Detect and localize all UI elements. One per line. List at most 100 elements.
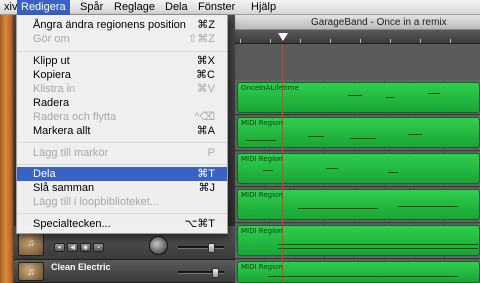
midi-note — [263, 170, 273, 171]
ruler-tick — [420, 39, 421, 43]
lock-button[interactable]: ▪ — [93, 243, 104, 252]
menu-item-delete[interactable]: Radera — [17, 96, 227, 110]
menu-item-undo[interactable]: Ångra ändra regionens position ⌘Z — [17, 18, 227, 32]
volume-knob[interactable] — [212, 268, 219, 278]
playhead-handle[interactable] — [278, 33, 288, 41]
menu-item-label: Klistra in — [33, 83, 76, 95]
volume-slider[interactable] — [178, 268, 224, 278]
midi-note — [278, 244, 478, 245]
menu-item-label: Kopiera — [33, 69, 71, 81]
mute-button[interactable]: ◀ — [67, 243, 78, 252]
ruler-tick — [450, 39, 451, 43]
menu-item-copy[interactable]: Kopiera ⌘C — [17, 68, 227, 82]
solo-button[interactable]: ◉ — [80, 243, 91, 252]
ruler-tick — [270, 39, 271, 43]
menu-item-shortcut: ^⌫ — [194, 111, 215, 123]
menu-item-label: Lägg till markör — [33, 147, 109, 159]
midi-note — [278, 248, 478, 249]
menu-item-shortcut: ⇧⌘Z — [188, 33, 215, 45]
pan-knob[interactable] — [149, 236, 168, 255]
window-title: GarageBand - Once in a remix — [311, 17, 447, 28]
menu-item-cut[interactable]: Klipp ut ⌘X — [17, 54, 227, 68]
region-label: MIDI Region — [241, 263, 283, 271]
menu-fonster[interactable]: Fönster — [194, 0, 239, 15]
ruler-tick — [360, 39, 361, 43]
region-onceinalifetime[interactable]: OnceInALifetime — [237, 82, 480, 113]
volume-knob[interactable] — [208, 243, 215, 253]
menu-hjalp[interactable]: Hjälp — [247, 0, 280, 15]
region-label: MIDI Region — [241, 155, 283, 163]
menu-item-delete-and-move: Radera och flytta ^⌫ — [17, 110, 227, 124]
menu-item-label: Dela — [33, 168, 56, 180]
menu-item-label: Markera allt — [33, 125, 91, 137]
menu-item-paste: Klistra in ⌘V — [17, 82, 227, 96]
region-midi[interactable]: MIDI Region — [237, 117, 480, 148]
menu-item-label: Gör om — [33, 33, 70, 45]
timeline-ruler[interactable] — [235, 30, 480, 44]
ruler-tick — [330, 39, 331, 43]
window-title-bar: GarageBand - Once in a remix — [235, 15, 480, 30]
midi-note — [408, 134, 422, 135]
instrument-strip — [0, 15, 14, 283]
menu-item-split[interactable]: Dela ⌘T — [17, 167, 227, 181]
menu-separator — [17, 51, 227, 52]
midi-note — [348, 95, 362, 96]
track-name: Clean Electric — [51, 262, 111, 272]
menu-item-shortcut: ⌘J — [198, 182, 216, 194]
menu-dela[interactable]: Dela — [161, 0, 192, 15]
menu-item-shortcut: ⌘C — [196, 69, 215, 81]
menu-item-shortcut: ⌘Z — [197, 19, 215, 31]
midi-note — [308, 136, 324, 137]
menu-reglage[interactable]: Reglage — [110, 0, 159, 15]
menu-item-select-all[interactable]: Markera allt ⌘A — [17, 124, 227, 138]
menu-item-add-to-loop-library: Lägg till i loopbiblioteket... — [17, 195, 227, 209]
menu-item-shortcut: ⌥⌘T — [184, 218, 215, 230]
track-header-clean-electric[interactable]: ♫ Clean Electric — [14, 260, 235, 283]
menu-item-special-characters[interactable]: Specialtecken... ⌥⌘T — [17, 217, 227, 231]
menu-item-shortcut: P — [207, 147, 215, 159]
menu-item-redo: Gör om ⇧⌘Z — [17, 32, 227, 46]
menu-separator — [17, 164, 227, 165]
ruler-tick — [390, 39, 391, 43]
menu-item-shortcut: ⌘T — [197, 168, 215, 180]
menu-item-label: Klipp ut — [33, 55, 70, 67]
midi-note — [388, 172, 398, 173]
guitar-icon: ♫ — [18, 262, 44, 281]
menu-separator — [17, 142, 227, 143]
region-midi[interactable]: MIDI Region — [237, 261, 480, 283]
menu-item-label: Slå samman — [33, 182, 95, 194]
menu-item-shortcut: ⌘A — [196, 125, 215, 137]
region-label: OnceInALifetime — [241, 84, 299, 92]
menu-item-label: Specialtecken... — [33, 218, 111, 230]
midi-note — [386, 97, 394, 98]
menu-item-label: Ångra ändra regionens position — [33, 19, 186, 31]
region-label: MIDI Region — [241, 191, 283, 199]
region-label: MIDI Region — [241, 227, 283, 235]
menu-item-label: Lägg till i loopbiblioteket... — [33, 196, 159, 208]
midi-note — [298, 208, 378, 209]
menu-item-join[interactable]: Slå samman ⌘J — [17, 181, 227, 195]
ruler-tick — [240, 39, 241, 43]
menu-spar[interactable]: Spår — [76, 0, 107, 15]
midi-note — [398, 206, 458, 207]
menu-item-shortcut: ⌘X — [196, 55, 215, 67]
ruler-tick — [300, 39, 301, 43]
menu-bar: xiv Redigera Spår Reglage Dela Fönster H… — [0, 0, 480, 15]
midi-note — [350, 138, 376, 139]
menu-item-shortcut: ⌘V — [196, 83, 215, 95]
playhead[interactable] — [282, 44, 283, 283]
menu-separator — [17, 213, 227, 214]
menu-item-add-marker: Lägg till markör P — [17, 146, 227, 160]
edit-menu: Ångra ändra regionens position ⌘Z Gör om… — [16, 15, 228, 234]
menu-redigera[interactable]: Redigera — [17, 0, 70, 15]
region-midi[interactable]: MIDI Region — [237, 189, 480, 220]
region-midi[interactable]: MIDI Region — [237, 153, 480, 184]
volume-slider[interactable] — [178, 243, 224, 253]
record-button[interactable]: ● — [54, 243, 65, 252]
region-midi[interactable]: MIDI Region — [237, 225, 480, 256]
region-label: MIDI Region — [241, 119, 283, 127]
midi-note — [326, 168, 338, 169]
midi-note — [428, 93, 440, 94]
menu-item-label: Radera och flytta — [33, 111, 117, 123]
midi-note — [268, 276, 458, 277]
